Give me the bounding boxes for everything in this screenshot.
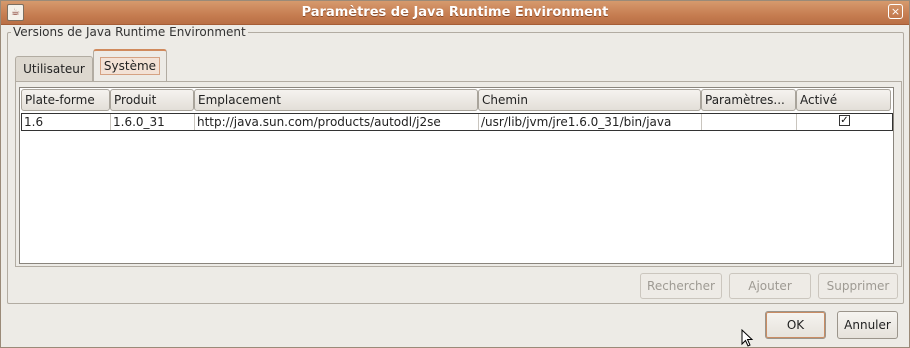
column-header-parameters[interactable]: Paramètres...: [701, 89, 796, 111]
table-row[interactable]: 1.6 1.6.0_31 http://java.sun.com/product…: [21, 113, 893, 131]
column-header-location[interactable]: Emplacement: [194, 89, 478, 111]
window-title: Paramètres de Java Runtime Environment: [301, 5, 609, 20]
search-button[interactable]: Rechercher: [640, 273, 722, 299]
cell-location[interactable]: http://java.sun.com/products/autodl/j2se: [195, 114, 479, 130]
tab-label: Utilisateur: [23, 62, 85, 76]
column-header-product[interactable]: Produit: [110, 89, 194, 111]
cell-enabled: ✓: [797, 114, 892, 130]
cell-platform: 1.6: [22, 114, 111, 130]
cell-path[interactable]: /usr/lib/jvm/jre1.6.0_31/bin/java: [479, 114, 702, 130]
add-button[interactable]: Ajouter: [729, 273, 811, 299]
remove-button[interactable]: Supprimer: [818, 273, 898, 299]
tab-systeme[interactable]: Système: [93, 49, 167, 82]
column-header-platform[interactable]: Plate-forme: [21, 89, 110, 111]
ok-button[interactable]: OK: [765, 311, 826, 339]
cell-product: 1.6.0_31: [111, 114, 195, 130]
jre-table: Plate-forme Produit Emplacement Chemin P…: [19, 87, 894, 264]
cell-parameters[interactable]: [702, 114, 797, 130]
cancel-button[interactable]: Annuler: [837, 311, 898, 339]
tab-label: Système: [99, 57, 161, 75]
dialog-window: ☕ Paramètres de Java Runtime Environment…: [0, 0, 910, 348]
enabled-checkbox[interactable]: ✓: [839, 115, 850, 126]
close-icon[interactable]: ×: [888, 4, 903, 19]
mouse-pointer-icon: [741, 329, 754, 347]
tab-utilisateur[interactable]: Utilisateur: [15, 56, 93, 81]
column-header-path[interactable]: Chemin: [478, 89, 701, 111]
column-header-enabled[interactable]: Activé: [796, 89, 891, 111]
group-legend: Versions de Java Runtime Environment: [11, 25, 248, 39]
title-bar[interactable]: ☕ Paramètres de Java Runtime Environment…: [1, 1, 909, 25]
